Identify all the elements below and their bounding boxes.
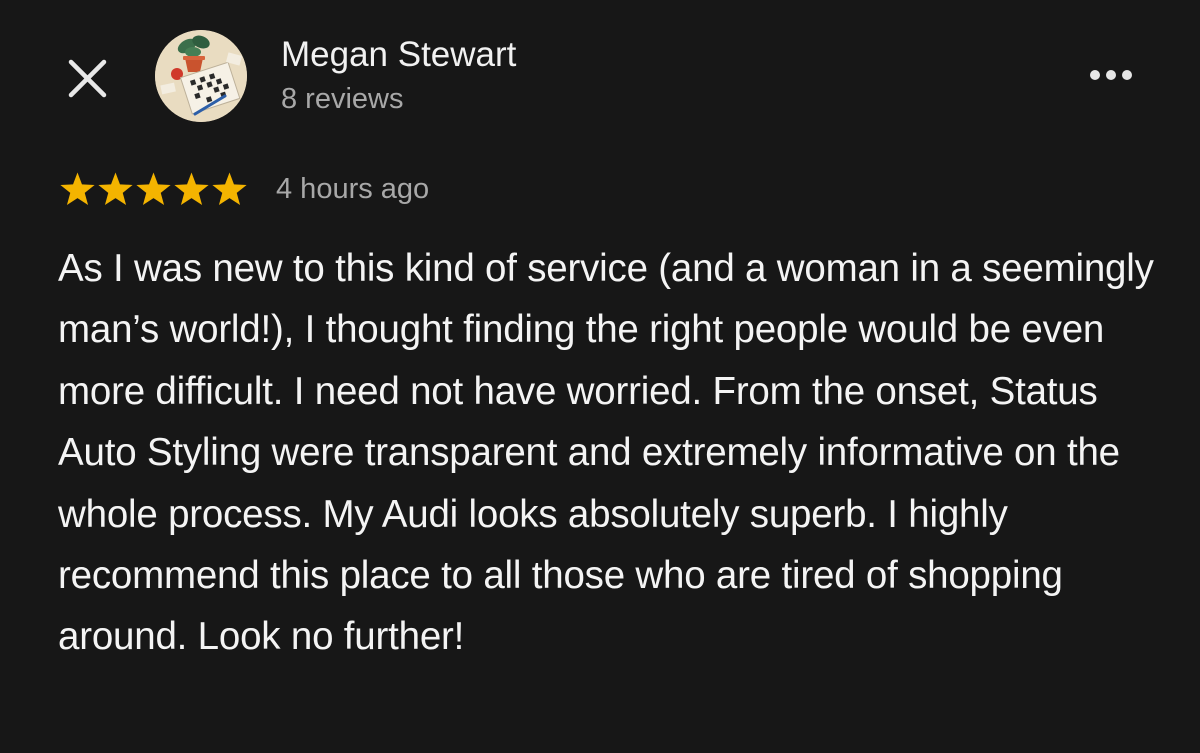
star-rating — [59, 171, 248, 208]
star-filled-icon — [60, 172, 95, 205]
crossword-puzzle-avatar — [155, 30, 247, 122]
more-options-button[interactable] — [1080, 58, 1142, 92]
star-filled-icon — [136, 172, 171, 205]
star-filled-icon — [212, 172, 247, 205]
review-count: 8 reviews — [281, 83, 404, 115]
avatar[interactable] — [155, 30, 247, 122]
close-icon — [68, 59, 107, 98]
more-options-icon — [1090, 70, 1132, 80]
star-filled-icon — [98, 172, 133, 205]
rating-row: 4 hours ago — [59, 166, 429, 212]
reviewer-name[interactable]: Megan Stewart — [281, 34, 516, 76]
review-time: 4 hours ago — [276, 172, 430, 205]
close-button[interactable] — [62, 52, 114, 104]
review-text: As I was new to this kind of service (an… — [58, 247, 1154, 659]
reviewer-info[interactable]: Megan Stewart 8 reviews — [281, 34, 516, 117]
star-filled-icon — [174, 172, 209, 205]
